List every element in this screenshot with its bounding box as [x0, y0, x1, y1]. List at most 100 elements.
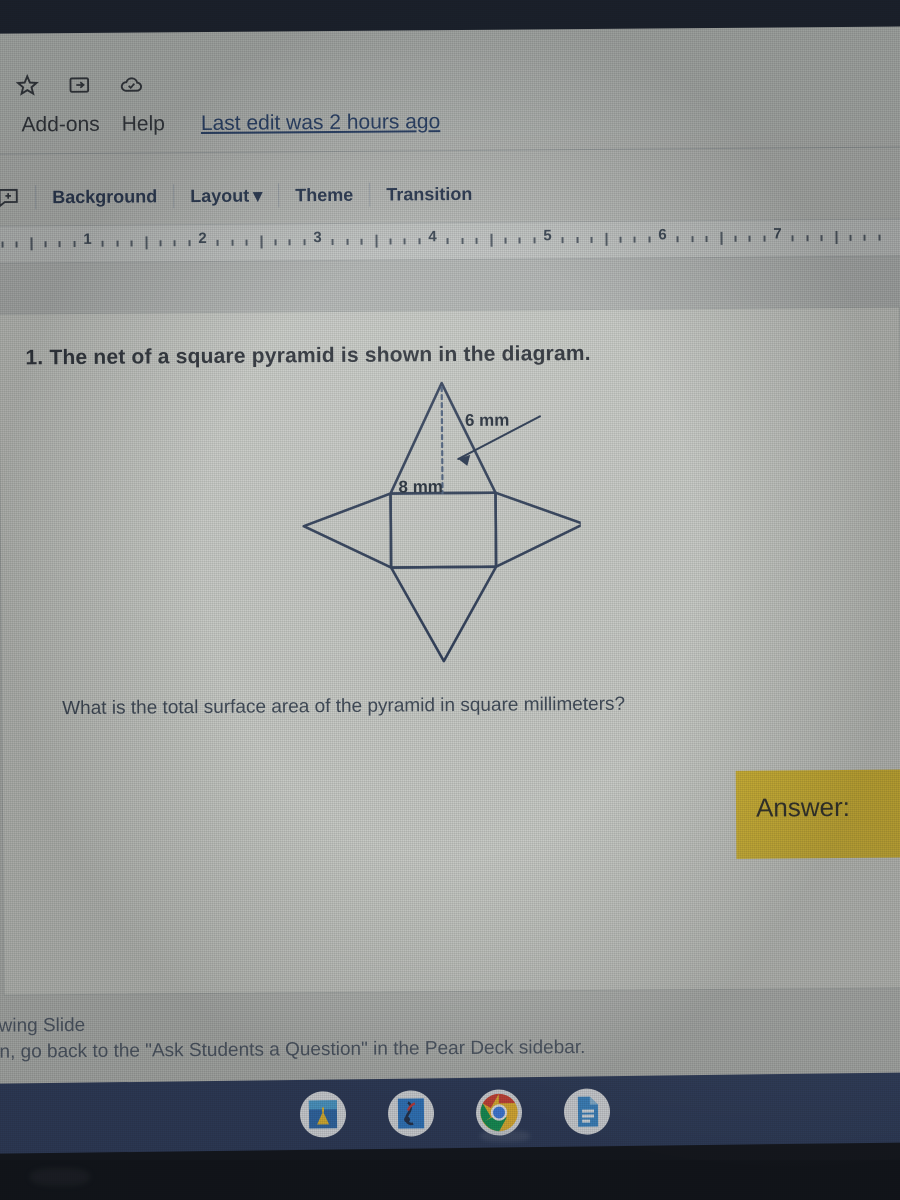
layout-label: Layout: [190, 185, 250, 206]
last-edit-link[interactable]: Last edit was 2 hours ago: [201, 110, 441, 136]
transition-button[interactable]: Transition: [370, 183, 488, 205]
ruler-number: 7: [773, 225, 782, 243]
notes-line-2: stion, go back to the "Ask Students a Qu…: [0, 1037, 586, 1063]
ruler-tick: [274, 239, 277, 246]
reflection-smudge-left: [30, 1168, 90, 1186]
ruler-number: 3: [313, 229, 322, 247]
slides-doc-icon[interactable]: [563, 1088, 611, 1135]
add-comment-icon[interactable]: [0, 185, 21, 209]
slide-canvas[interactable]: 1. The net of a square pyramid is shown …: [0, 306, 900, 996]
ruler-tick: [461, 237, 464, 244]
ruler-tick: [159, 240, 162, 247]
ruler-tick: [834, 231, 838, 245]
ruler-tick: [331, 238, 334, 245]
ruler-tick: [73, 240, 76, 248]
reflection-smudge-center: [480, 1130, 530, 1142]
ruler-tick: [475, 237, 478, 244]
ruler-tick: [734, 235, 737, 242]
ruler-tick: [44, 241, 47, 248]
ruler-tick: [648, 236, 651, 243]
taskbar-app-list: [299, 1088, 611, 1138]
ruler-tick: [676, 236, 679, 243]
background-button[interactable]: Background: [36, 186, 173, 208]
ruler-tick: [346, 238, 349, 245]
toolbar-divider: [0, 146, 900, 155]
ruler-tick: [231, 239, 234, 246]
layout-button[interactable]: Layout ▾: [174, 185, 278, 207]
ruler-number: 1: [83, 230, 92, 248]
ruler-tick: [403, 238, 406, 245]
ruler-number: 6: [658, 226, 667, 244]
pear-deck-icon[interactable]: [387, 1090, 435, 1137]
ruler-tick: [719, 231, 723, 245]
menu-item-addons[interactable]: Add-ons: [21, 113, 99, 138]
answer-response-box[interactable]: Answer:: [735, 769, 900, 859]
move-to-folder-icon[interactable]: [66, 73, 92, 97]
ruler-tick: [820, 235, 823, 242]
ruler-tick: [489, 233, 493, 247]
star-icon[interactable]: [14, 73, 40, 97]
ruler-tick: [633, 236, 636, 243]
ruler-tick: [763, 235, 766, 242]
ruler-tick: [245, 239, 248, 246]
ruler-tick: [849, 234, 852, 241]
ruler-tick: [705, 236, 708, 243]
ruler-tick: [101, 240, 104, 247]
ruler-tick: [504, 237, 507, 244]
ruler-tick: [590, 236, 593, 243]
ruler-tick: [116, 240, 119, 247]
pyramid-net-diagram: 6 mm 8 mm: [250, 372, 583, 685]
ruler-tick: [446, 238, 449, 245]
ruler-number: 2: [198, 229, 207, 248]
horizontal-ruler[interactable]: 1 2 3 4 5 6 7: [0, 218, 900, 264]
ruler-number: 5: [543, 227, 552, 245]
launcher-icon[interactable]: [299, 1091, 347, 1138]
slide-toolbar: Background Layout ▾ Theme Transition: [0, 172, 488, 220]
ruler-tick: [691, 236, 694, 243]
ruler-tick: [518, 237, 521, 244]
ruler-tick: [806, 235, 809, 242]
ruler-tick: [188, 240, 191, 247]
screen-surface: ols Add-ons Help Last edit was 2 hours a…: [0, 20, 900, 1088]
chevron-down-icon: ▾: [253, 185, 263, 206]
ruler-tick: [360, 238, 363, 245]
theme-button[interactable]: Theme: [279, 184, 369, 206]
slant-height-label: 6 mm: [464, 410, 510, 430]
ruler-number: 4: [428, 228, 437, 246]
quick-actions: [14, 72, 144, 97]
keyboard-area: [0, 1160, 900, 1200]
laptop-screen-photo: ols Add-ons Help Last edit was 2 hours a…: [0, 0, 900, 1200]
ruler-tick: [418, 238, 421, 245]
cloud-saved-icon[interactable]: [118, 72, 144, 96]
ruler-tick: [1, 241, 4, 248]
ruler-tick: [576, 237, 579, 244]
ruler-tick: [173, 240, 176, 247]
speaker-notes[interactable]: rawing Slide stion, go back to the "Ask …: [0, 1009, 862, 1063]
ruler-tick: [58, 241, 61, 248]
ruler-tick: [303, 239, 306, 246]
ruler-tick: [130, 240, 133, 247]
ruler-tick: [619, 236, 622, 243]
menu-item-help[interactable]: Help: [122, 112, 165, 136]
ruler-tick: [791, 235, 794, 242]
chrome-icon[interactable]: [475, 1089, 523, 1136]
canvas-gap: [0, 254, 900, 314]
ruler-tick: [604, 232, 608, 246]
ruler-tick: [748, 235, 751, 242]
ruler-tick: [561, 237, 564, 244]
ruler-tick: [288, 239, 291, 246]
ruler-tick: [374, 234, 378, 248]
ruler-tick: [389, 238, 392, 245]
ruler-tick: [878, 234, 881, 241]
notes-line-1: rawing Slide: [0, 1014, 86, 1037]
ruler-tick: [29, 237, 33, 251]
question-prompt: What is the total surface area of the py…: [62, 693, 626, 720]
question-statement: 1. The net of a square pyramid is shown …: [25, 341, 591, 370]
menu-bar: ols Add-ons Help Last edit was 2 hours a…: [0, 110, 440, 138]
ruler-tick: [15, 241, 18, 248]
answer-label: Answer:: [755, 791, 851, 823]
ruler-tick: [144, 236, 148, 250]
ruler-tick: [259, 235, 263, 249]
ruler-tick: [533, 237, 536, 244]
base-edge-label: 8 mm: [398, 477, 443, 497]
